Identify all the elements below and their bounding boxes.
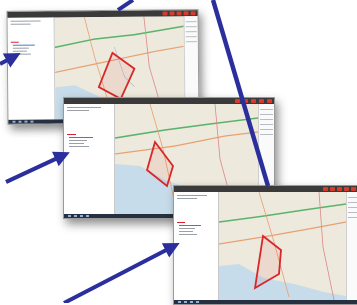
arrow-bottom-left: [63, 243, 180, 303]
info-icon[interactable]: [183, 11, 189, 16]
menu-icon[interactable]: [351, 187, 356, 191]
close-icon[interactable]: [235, 99, 240, 103]
grid-icon[interactable]: [337, 187, 342, 191]
right-panel: [346, 192, 357, 300]
grid-icon[interactable]: [251, 99, 256, 103]
sidebar: [7, 17, 56, 120]
arrow-middle-left: [5, 151, 70, 184]
layers-icon[interactable]: [169, 11, 175, 16]
layers-icon[interactable]: [243, 99, 248, 103]
close-icon[interactable]: [162, 11, 168, 16]
menu-icon[interactable]: [267, 99, 272, 103]
grid-icon[interactable]: [176, 11, 182, 16]
close-icon[interactable]: [323, 187, 328, 191]
info-icon[interactable]: [344, 187, 349, 191]
info-icon[interactable]: [259, 99, 264, 103]
layers-icon[interactable]: [330, 187, 335, 191]
taskbar: [174, 300, 357, 304]
collage-scene: [0, 0, 357, 305]
arrow-top-right: [116, 0, 135, 12]
sidebar: [64, 104, 115, 214]
screenshot-3: [173, 185, 357, 305]
sidebar: [174, 192, 219, 300]
menu-icon[interactable]: [190, 11, 196, 16]
map-view[interactable]: [219, 192, 346, 300]
